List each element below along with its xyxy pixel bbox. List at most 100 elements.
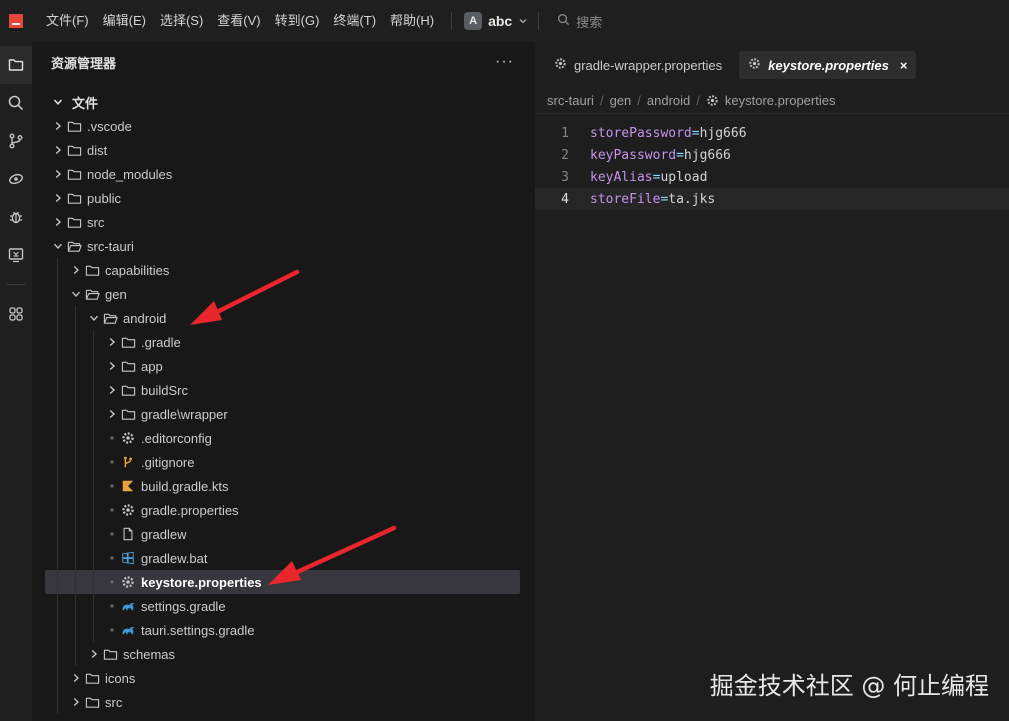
close-icon[interactable]: × xyxy=(900,58,908,73)
chevron-down-icon xyxy=(52,96,64,108)
search-placeholder: 搜索 xyxy=(576,14,603,30)
folder-open-icon xyxy=(66,238,82,254)
menu-view[interactable]: 查看(V) xyxy=(210,0,267,42)
tree-file-row[interactable]: keystore.properties xyxy=(45,570,520,594)
file-dot-icon xyxy=(106,432,118,444)
tree-file-row[interactable]: settings.gradle xyxy=(38,594,528,618)
tree-folder-row[interactable]: src xyxy=(38,690,528,714)
debug-icon[interactable] xyxy=(0,198,32,236)
file-dot-icon xyxy=(106,600,118,612)
tree-folder-row[interactable]: capabilities xyxy=(38,258,528,282)
tree-folder-row[interactable]: .vscode xyxy=(38,114,528,138)
folder-icon xyxy=(120,334,136,350)
file-dot-icon xyxy=(106,552,118,564)
menu-file[interactable]: 文件(F) xyxy=(39,0,96,42)
explorer-sidebar: 资源管理器 ··· 文件 .vscode dist node_modulespubl… xyxy=(38,42,528,721)
tree-folder-row[interactable]: dist xyxy=(38,138,528,162)
gear-icon xyxy=(120,430,136,446)
tree-file-row[interactable]: tauri.settings.gradle xyxy=(38,618,528,642)
tree-item-label: gradle.properties xyxy=(141,502,239,518)
breadcrumb-item[interactable]: src-tauri xyxy=(547,93,594,108)
explorer-header: 资源管理器 ··· xyxy=(38,42,528,82)
editor-tabs: gradle-wrapper.properties keystore.prope… xyxy=(535,42,1009,88)
files-section-header[interactable]: 文件 xyxy=(38,90,528,114)
breadcrumb-item[interactable]: gen xyxy=(610,93,632,108)
tree-folder-row[interactable]: src xyxy=(38,210,528,234)
tab-label: gradle-wrapper.properties xyxy=(574,57,723,73)
chevron-right-icon xyxy=(70,696,82,708)
menu-edit[interactable]: 编辑(E) xyxy=(96,0,153,42)
indent-guide xyxy=(93,330,94,642)
tree-item-label: src xyxy=(105,694,123,710)
tab-gradle-wrapper-properties[interactable]: gradle-wrapper.properties xyxy=(545,51,731,79)
tree-folder-row[interactable]: public xyxy=(38,186,528,210)
windows-icon xyxy=(120,550,136,566)
watermark: 掘金技术社区 @ 何止编程 xyxy=(709,672,989,700)
tree-folder-row[interactable]: gen xyxy=(38,282,528,306)
extensions-icon[interactable] xyxy=(0,295,32,333)
property-equals: = xyxy=(676,147,684,163)
workspace-switcher[interactable]: A abc xyxy=(464,12,528,30)
source-control-icon[interactable] xyxy=(0,122,32,160)
tree-folder-row[interactable]: schemas xyxy=(38,642,528,666)
property-value: ta.jks xyxy=(668,191,716,207)
tab-label: keystore.properties xyxy=(768,57,889,73)
tree-folder-row[interactable]: android xyxy=(38,306,528,330)
app-logo xyxy=(9,14,23,28)
menu-terminal[interactable]: 终端(T) xyxy=(326,0,383,42)
tree-item-label: gradlew xyxy=(141,526,187,542)
code-text: keyAlias=upload xyxy=(590,170,707,185)
breadcrumb-item[interactable]: keystore.properties xyxy=(725,93,836,108)
menu-selection[interactable]: 选择(S) xyxy=(153,0,210,42)
property-key: keyAlias xyxy=(590,169,653,185)
tree-file-row[interactable]: build.gradle.kts xyxy=(38,474,528,498)
search-icon[interactable] xyxy=(0,84,32,122)
gear-icon xyxy=(120,574,136,590)
code-editor[interactable]: 1 storePassword=hjg666 2 keyPassword=hjg… xyxy=(535,114,1009,210)
tree-file-row[interactable]: .editorconfig xyxy=(38,426,528,450)
tree-folder-row[interactable]: .gradle xyxy=(38,330,528,354)
tree-file-row[interactable]: .gitignore xyxy=(38,450,528,474)
tree-folder-row[interactable]: src-tauri xyxy=(38,234,528,258)
tree-folder-row[interactable]: gradle\wrapper xyxy=(38,402,528,426)
chevron-right-icon xyxy=(52,144,64,156)
breadcrumb-separator: / xyxy=(599,93,604,108)
tree-folder-row[interactable]: node_modules xyxy=(38,162,528,186)
chevron-right-icon xyxy=(106,384,118,396)
tree-item-label: src-tauri xyxy=(87,238,134,254)
title-bar: 文件(F) 编辑(E) 选择(S) 查看(V) 转到(G) 终端(T) 帮助(H… xyxy=(0,0,1009,42)
code-text: storePassword=hjg666 xyxy=(590,126,747,141)
command-search[interactable]: 搜索 xyxy=(557,12,602,31)
gradle-elephant-icon xyxy=(120,622,136,638)
tree-folder-row[interactable]: icons xyxy=(38,666,528,690)
menu-go[interactable]: 转到(G) xyxy=(268,0,327,42)
folder-open-icon xyxy=(102,310,118,326)
menu-help[interactable]: 帮助(H) xyxy=(383,0,441,42)
file-dot-icon xyxy=(106,504,118,516)
tree-item-label: buildSrc xyxy=(141,382,188,398)
remote-window-icon[interactable] xyxy=(0,236,32,274)
tree-file-row[interactable]: gradlew xyxy=(38,522,528,546)
property-equals: = xyxy=(691,125,700,141)
chevron-down-icon xyxy=(518,16,528,26)
breadcrumb-item[interactable]: android xyxy=(647,93,690,108)
folder-icon xyxy=(84,694,100,710)
tree-item-label: public xyxy=(87,190,121,206)
tree-file-row[interactable]: gradle.properties xyxy=(38,498,528,522)
activity-divider xyxy=(7,284,25,285)
tree-folder-row[interactable]: app xyxy=(38,354,528,378)
tab-keystore-properties[interactable]: keystore.properties × xyxy=(739,51,917,79)
property-value: hjg666 xyxy=(683,147,731,163)
more-actions-icon[interactable]: ··· xyxy=(495,53,514,71)
file-dot-icon xyxy=(106,528,118,540)
tree-folder-row[interactable]: buildSrc xyxy=(38,378,528,402)
tree-file-row[interactable]: gradlew.bat xyxy=(38,546,528,570)
remote-explorer-icon[interactable] xyxy=(0,160,32,198)
property-key: storeFile xyxy=(590,191,661,207)
code-line: 3 keyAlias=upload xyxy=(535,166,1009,188)
tree-item-label: schemas xyxy=(123,646,176,662)
explorer-icon[interactable] xyxy=(0,46,32,84)
tree-item-label: node_modules xyxy=(87,166,173,182)
property-value: upload xyxy=(660,169,708,185)
file-dot-icon xyxy=(106,480,118,492)
